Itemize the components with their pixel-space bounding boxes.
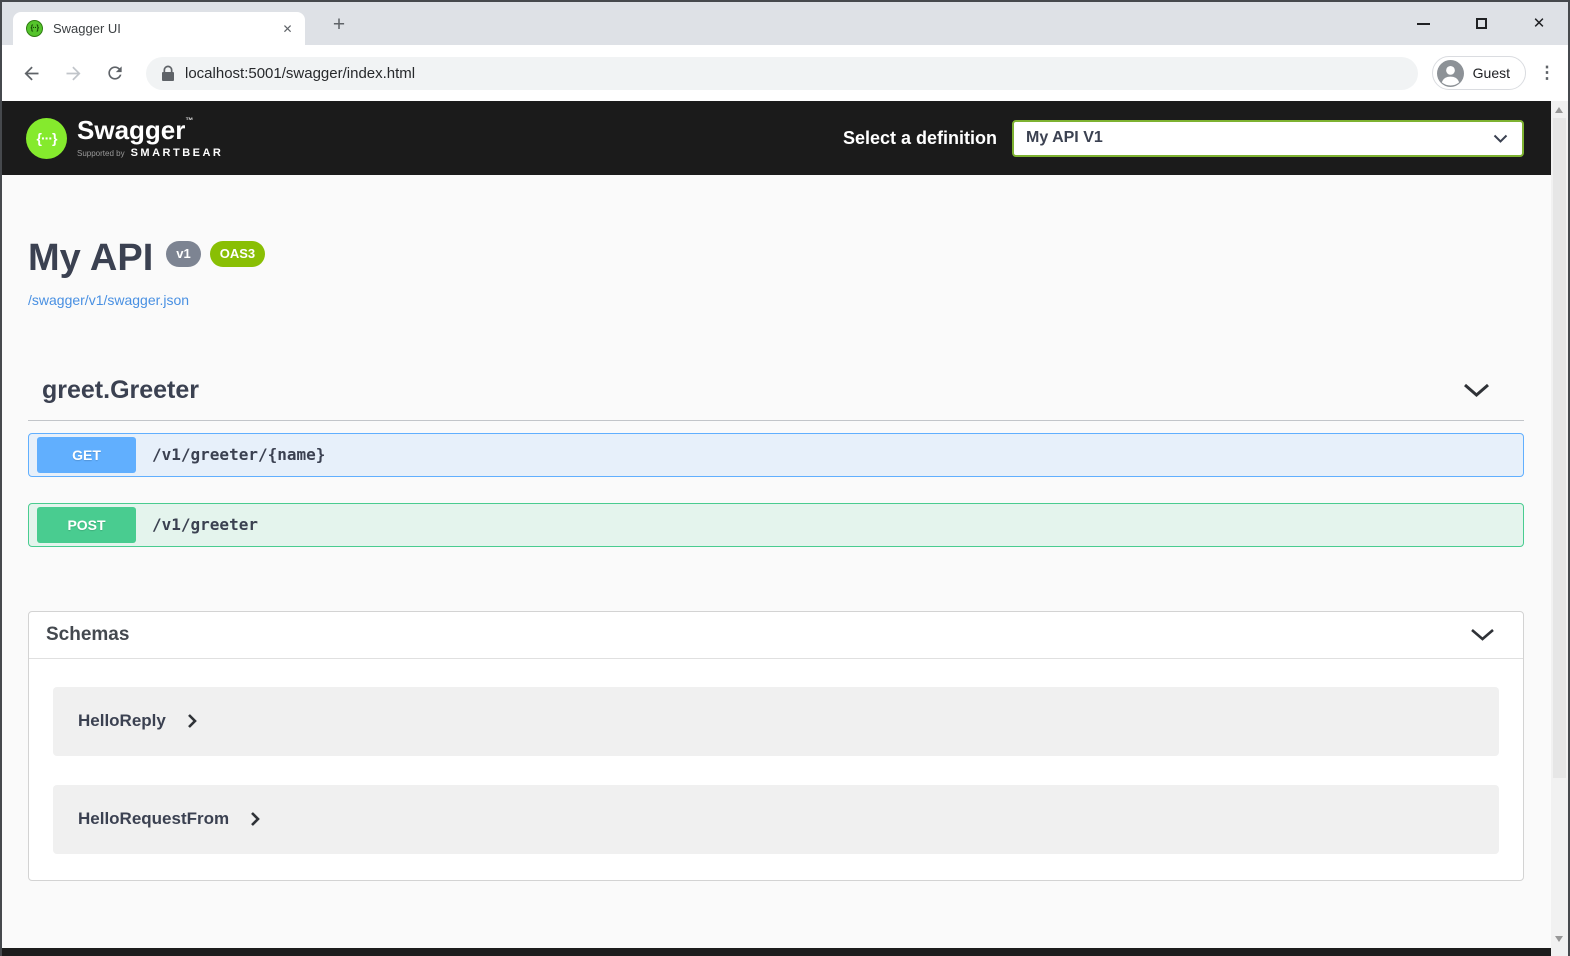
method-badge-get: GET [37,437,136,473]
method-badge-post: POST [37,507,136,543]
scrollbar-up-arrow-icon[interactable] [1555,107,1563,113]
schemas-chevron-down-icon[interactable] [1470,628,1495,641]
definition-select[interactable]: My API V1 [1012,120,1524,157]
new-tab-button[interactable]: + [324,10,354,40]
reload-button[interactable] [102,60,128,86]
model-hellorequestfrom[interactable]: HelloRequestFrom [53,785,1499,854]
profile-button[interactable]: Guest [1432,56,1526,90]
scrollbar-thumb[interactable] [1553,118,1566,778]
forward-arrow-icon [63,63,84,84]
swagger-logo-icon: {···} [26,118,67,159]
model-name: HelloReply [78,711,166,731]
tab-close-icon[interactable]: ✕ [278,19,297,38]
url-text: localhost:5001/swagger/index.html [185,65,415,82]
oas3-badge: OAS3 [210,241,265,267]
schemas-title: Schemas [46,624,129,646]
swagger-page: My API v1 OAS3 /swagger/v1/swagger.json … [2,175,1555,948]
scrollbar-corner [1551,948,1568,956]
vertical-scrollbar[interactable] [1551,101,1568,948]
swagger-logo: {···} Swagger™ Supported by SMARTBEAR [26,117,223,159]
tab-title: Swagger UI [53,21,278,36]
model-helloreply[interactable]: HelloReply [53,687,1499,756]
window-close-icon: ✕ [1533,16,1546,31]
forward-button[interactable] [60,60,86,86]
swagger-topbar: {···} Swagger™ Supported by SMARTBEAR Se… [2,101,1555,175]
window-close-button[interactable]: ✕ [1510,2,1568,45]
profile-name: Guest [1473,65,1510,81]
api-info-section: My API v1 OAS3 /swagger/v1/swagger.json [28,175,1524,310]
selected-definition: My API V1 [1026,129,1103,147]
chevron-down-icon [1493,134,1508,143]
select-definition-label: Select a definition [843,128,997,149]
scrollbar-down-arrow-icon[interactable] [1555,936,1563,942]
window-controls: ✕ [1394,2,1568,45]
schemas-header[interactable]: Schemas [29,612,1523,659]
model-name: HelloRequestFrom [78,809,229,829]
tag-section-greet-greeter[interactable]: greet.Greeter [28,376,1524,421]
version-badge: v1 [166,241,200,267]
browser-tab-swagger-ui[interactable]: {··} Swagger UI ✕ [13,12,305,45]
minimize-icon [1417,23,1430,25]
api-title: My API [28,237,153,281]
schemas-section: Schemas HelloReply HelloRequestFrom [28,611,1524,881]
models-list: HelloReply HelloRequestFrom [29,659,1523,880]
address-bar[interactable]: localhost:5001/swagger/index.html [146,57,1418,90]
lock-icon [162,65,174,81]
browser-menu-button[interactable]: ⋮ [1536,63,1558,83]
browser-toolbar: localhost:5001/swagger/index.html Guest … [2,45,1568,101]
tag-chevron-down-icon[interactable] [1463,383,1490,397]
brand-name: Swagger [77,115,185,145]
window-bottom-edge [2,948,1568,956]
operation-path: /v1/greeter/{name} [152,445,325,464]
maximize-icon [1476,18,1487,29]
supported-by-text: Supported by [77,149,125,158]
swagger-favicon-icon: {··} [26,20,43,37]
chevron-right-icon [187,713,197,729]
browser-window: {··} Swagger UI ✕ + ✕ localhost:5001/swa… [0,0,1570,956]
trademark-symbol: ™ [185,116,193,125]
smartbear-brand: SMARTBEAR [131,147,224,159]
avatar-icon [1437,60,1464,87]
reload-icon [105,63,125,83]
tag-name: greet.Greeter [42,376,199,405]
chevron-right-icon [250,811,260,827]
spec-json-link[interactable]: /swagger/v1/swagger.json [28,292,189,308]
operation-path: /v1/greeter [152,515,258,534]
back-button[interactable] [18,60,44,86]
operation-post-greeter[interactable]: POST /v1/greeter [28,503,1524,547]
operation-get-greeter[interactable]: GET /v1/greeter/{name} [28,433,1524,477]
back-arrow-icon [21,63,42,84]
tab-strip: {··} Swagger UI ✕ + ✕ [2,2,1568,45]
minimize-button[interactable] [1394,2,1452,45]
maximize-button[interactable] [1452,2,1510,45]
